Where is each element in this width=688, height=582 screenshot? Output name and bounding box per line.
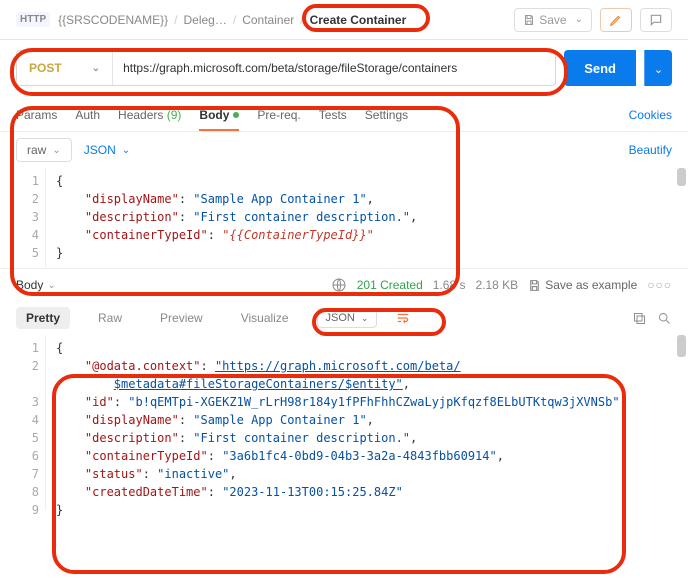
- tab-params[interactable]: Params: [16, 100, 57, 130]
- chevron-down-icon: ⌄: [122, 145, 130, 156]
- tab-prereq[interactable]: Pre-req.: [257, 100, 300, 130]
- breadcrumb-item[interactable]: Container: [242, 13, 294, 27]
- tab-tests[interactable]: Tests: [319, 100, 347, 130]
- resp-tab-pretty[interactable]: Pretty: [16, 307, 70, 329]
- save-button[interactable]: Save ⌄: [514, 8, 592, 32]
- chevron-down-icon: ⌄: [92, 63, 100, 74]
- floppy-icon: [523, 14, 535, 26]
- breadcrumb-item[interactable]: Deleg…: [184, 13, 227, 27]
- breadcrumb-item[interactable]: {{SRSCODENAME}}: [58, 13, 168, 27]
- chevron-down-icon: ⌄: [654, 64, 663, 76]
- http-badge: HTTP: [16, 12, 50, 27]
- body-format-select[interactable]: JSON ⌄: [84, 143, 130, 157]
- pencil-icon: [609, 13, 623, 27]
- comment-button[interactable]: [640, 8, 672, 32]
- resp-tab-preview[interactable]: Preview: [150, 307, 213, 329]
- chevron-down-icon: ⌄: [575, 14, 583, 25]
- scrollbar[interactable]: [677, 168, 686, 186]
- chevron-down-icon: ⌄: [47, 280, 55, 291]
- cookies-link[interactable]: Cookies: [629, 108, 672, 122]
- modified-dot-icon: [233, 112, 239, 118]
- save-as-example-button[interactable]: Save as example: [528, 278, 637, 292]
- save-label: Save: [539, 13, 566, 27]
- copy-icon[interactable]: [632, 311, 647, 326]
- breadcrumb-current: Create Container: [310, 13, 407, 27]
- comment-icon: [649, 13, 663, 27]
- method-label: POST: [29, 61, 62, 75]
- more-icon[interactable]: ○○○: [647, 278, 672, 292]
- globe-icon: [331, 277, 347, 293]
- floppy-icon: [528, 279, 541, 292]
- resp-tab-visualize[interactable]: Visualize: [231, 307, 299, 329]
- tab-body[interactable]: Body: [199, 100, 239, 130]
- resp-format-select[interactable]: JSON ⌄: [317, 308, 378, 328]
- scrollbar[interactable]: [677, 335, 686, 357]
- wrap-lines-button[interactable]: [395, 311, 411, 325]
- tab-auth[interactable]: Auth: [75, 100, 100, 130]
- breadcrumb: {{SRSCODENAME}}/ Deleg…/ Container/ Crea…: [58, 13, 506, 27]
- tab-headers[interactable]: Headers (9): [118, 100, 181, 130]
- method-select[interactable]: POST ⌄: [17, 51, 113, 85]
- beautify-link[interactable]: Beautify: [629, 143, 672, 157]
- edit-button[interactable]: [600, 8, 632, 32]
- send-options-button[interactable]: ⌄: [644, 50, 672, 86]
- response-body-dropdown[interactable]: Body ⌄: [16, 278, 56, 292]
- send-button[interactable]: Send: [564, 50, 636, 86]
- response-time: 1.68 s: [433, 278, 466, 292]
- response-size: 2.18 KB: [475, 278, 518, 292]
- body-type-select[interactable]: raw ⌄: [16, 138, 72, 162]
- url-input[interactable]: [113, 51, 555, 85]
- response-body-editor[interactable]: 123456789 { "@odata.context": "https://g…: [0, 335, 688, 510]
- search-icon[interactable]: [657, 311, 672, 326]
- chevron-down-icon: ⌄: [52, 145, 60, 156]
- request-body-editor[interactable]: 12345 { "displayName": "Sample App Conta…: [0, 168, 688, 268]
- resp-tab-raw[interactable]: Raw: [88, 307, 132, 329]
- chevron-down-icon: ⌄: [361, 313, 369, 324]
- method-url-bar: POST ⌄: [16, 50, 556, 86]
- tab-settings[interactable]: Settings: [365, 100, 408, 130]
- response-status: 201 Created: [357, 278, 423, 292]
